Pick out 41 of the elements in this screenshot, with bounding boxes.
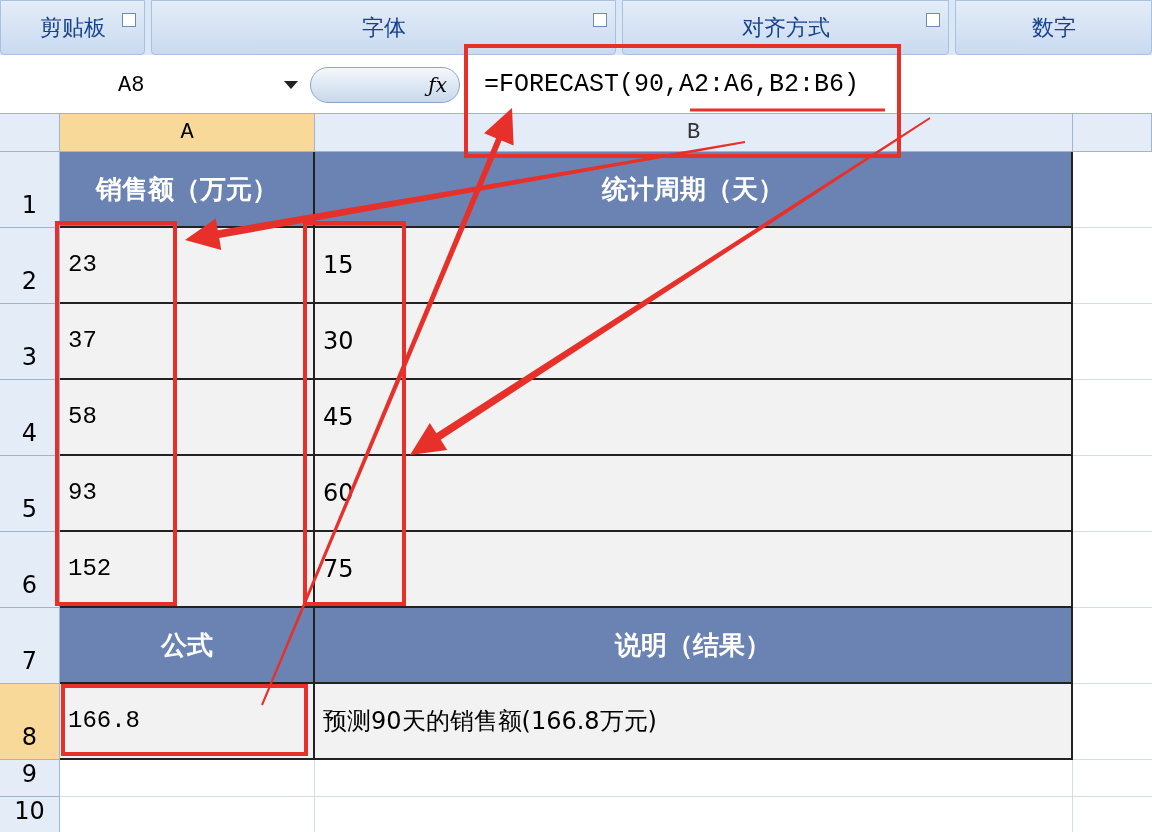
table-cell-text: 30 <box>323 326 354 357</box>
column-title: 统计周期（天） <box>602 172 784 206</box>
table-cell-text: 58 <box>68 402 97 432</box>
formula-bar-handle[interactable]: ƒx <box>310 67 460 103</box>
table-cell-text: 23 <box>68 250 97 280</box>
row-header[interactable]: 9 <box>0 760 60 797</box>
row-header[interactable]: 4 <box>0 380 60 456</box>
group-label: 对齐方式 <box>741 14 830 42</box>
select-all-corner[interactable] <box>0 114 60 152</box>
row-header[interactable]: 1 <box>0 152 60 228</box>
dialog-launcher-icon[interactable] <box>926 13 940 27</box>
row-header[interactable]: 7 <box>0 608 60 684</box>
table-cell-text: 15 <box>323 250 354 281</box>
table-cell-text: 45 <box>323 402 354 433</box>
row-header[interactable]: 5 <box>0 456 60 532</box>
table-cell-text: 37 <box>68 326 97 356</box>
column-title: 公式 <box>160 628 213 662</box>
empty-cell[interactable] <box>315 760 1073 797</box>
row-header[interactable]: 10 <box>0 797 60 832</box>
dialog-launcher-icon[interactable] <box>593 13 607 27</box>
row-header[interactable]: 8 <box>0 684 60 760</box>
column-title: 说明（结果） <box>615 628 771 662</box>
row-header[interactable]: 2 <box>0 228 60 304</box>
group-label: 字体 <box>361 14 406 42</box>
column-header[interactable]: A <box>60 114 315 152</box>
table-cell-text: 166.8 <box>68 706 140 736</box>
group-label: 剪贴板 <box>39 14 106 42</box>
row-header[interactable]: 6 <box>0 532 60 608</box>
table-cell-text: 75 <box>323 554 354 585</box>
table-cell-text: 93 <box>68 478 97 508</box>
name-box[interactable]: A8 <box>0 66 310 104</box>
group-label: 数字 <box>1031 14 1076 42</box>
row-header[interactable]: 3 <box>0 304 60 380</box>
dropdown-caret-icon[interactable] <box>284 81 298 89</box>
dialog-launcher-icon[interactable] <box>122 13 136 27</box>
table-cell-text: 预测90天的销售额(166.8万元) <box>323 706 657 737</box>
column-header[interactable] <box>1073 114 1152 152</box>
column-title: 销售额（万元） <box>95 172 278 206</box>
table-cell-text: 152 <box>68 554 112 584</box>
formula-field[interactable]: =FORECAST(90,A2:A6,B2:B6) <box>460 60 1152 110</box>
column-header[interactable]: B <box>315 114 1073 152</box>
